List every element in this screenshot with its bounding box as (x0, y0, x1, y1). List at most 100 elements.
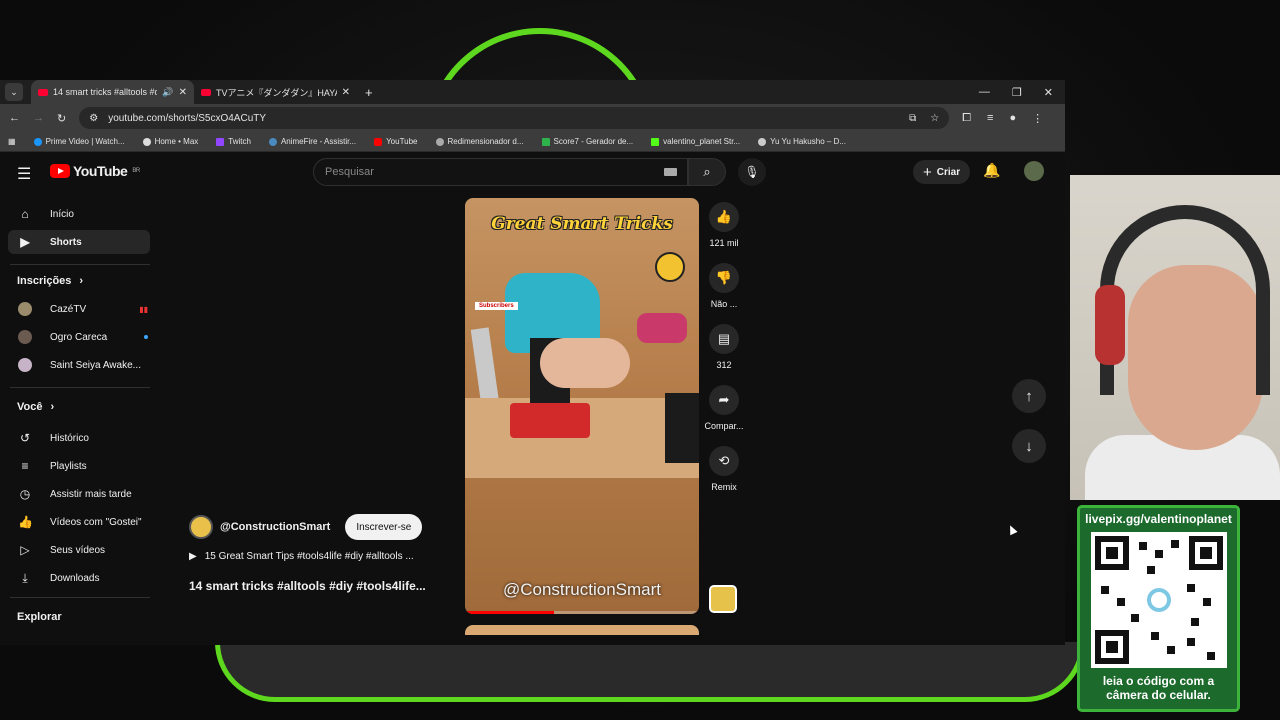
bookmark-item[interactable]: Yu Yu Hakusho – D... (758, 137, 846, 146)
sidebar-item-downloads[interactable]: ⤓ Downloads (8, 566, 150, 590)
restore-icon[interactable]: ❐ (1012, 86, 1022, 99)
qr-module (1186, 584, 1195, 592)
next-short-button[interactable]: ↓ (1012, 429, 1046, 463)
new-content-dot (144, 335, 148, 339)
back-icon[interactable]: ← (9, 112, 20, 124)
video-hand (540, 338, 630, 388)
sidebar-item-historico[interactable]: ↺ Histórico (8, 426, 150, 450)
tab-active[interactable]: 14 smart tricks #alltools #di 🔊 ✕ (31, 80, 194, 104)
sidebar-item-shorts[interactable]: ▶ Shorts (8, 230, 150, 254)
sidebar-item-watch-later[interactable]: ◷ Assistir mais tarde (8, 482, 150, 506)
donation-qr-panel: livepix.gg/valentinoplanet leia o código… (1077, 505, 1240, 712)
browser-window: ⌄ 14 smart tricks #alltools #di 🔊 ✕ TVアニ… (0, 80, 1065, 645)
subscription-item[interactable]: Ogro Careca (18, 330, 148, 344)
search-button[interactable]: ⌕ (688, 158, 726, 186)
short-title[interactable]: 14 smart tricks #alltools #diy #tools4li… (189, 579, 426, 593)
divider (10, 597, 150, 598)
url-text: youtube.com/shorts/S5cxO4ACuTY (108, 112, 267, 124)
tab-title: 14 smart tricks #alltools #di (53, 87, 158, 97)
qr-module (1116, 598, 1125, 606)
remix-action[interactable]: ⟲ Remix (702, 446, 746, 492)
bookmark-item[interactable]: Prime Video | Watch... (33, 137, 125, 146)
forward-icon[interactable]: → (33, 112, 44, 124)
notifications-bell-icon[interactable]: 🔔 (983, 162, 1000, 179)
thumbs-up-icon[interactable]: 👍 (709, 202, 739, 232)
bookmark-star-icon[interactable]: ☆ (930, 113, 939, 124)
you-heading[interactable]: Você › (17, 401, 54, 413)
subscribe-button[interactable]: Inscrever-se (345, 514, 423, 540)
speaker-icon[interactable]: 🔊 (162, 87, 173, 98)
share-label: Compar... (704, 421, 744, 431)
comment-icon[interactable]: ▤ (709, 324, 739, 354)
share-icon[interactable]: ➦ (709, 385, 739, 415)
video-arm (665, 393, 699, 463)
mouse-cursor-icon (1006, 523, 1018, 536)
qr-module (1146, 566, 1155, 574)
menu-icon[interactable]: ⋮ (1032, 112, 1043, 125)
short-video-player[interactable]: Great Smart Tricks Subscribers @Construc… (465, 198, 699, 614)
profile-icon[interactable]: ● (1009, 112, 1016, 125)
install-app-icon[interactable]: ⧉ (909, 113, 916, 124)
account-avatar[interactable] (1024, 161, 1044, 181)
home-icon: ⌂ (21, 207, 29, 221)
bookmark-item[interactable]: valentino_planet Str... (651, 137, 740, 146)
new-tab-icon[interactable]: + (365, 85, 373, 100)
address-bar[interactable]: ⚙ youtube.com/shorts/S5cxO4ACuTY ⧉ ☆ (79, 107, 950, 129)
hamburger-menu-icon[interactable]: ☰ (17, 164, 31, 184)
bookmark-item[interactable]: YouTube (374, 137, 418, 146)
short-playlist-link[interactable]: ▶ 15 Great Smart Tips #tools4life #diy #… (189, 551, 414, 562)
close-window-icon[interactable]: ✕ (1044, 86, 1053, 99)
sidebar-item-liked-videos[interactable]: 👍 Vídeos com "Gostei" (8, 510, 150, 534)
tab-inactive[interactable]: TVアニメ『ダンダダン』HAYASii「Hun ✕ (194, 80, 357, 104)
qr-module (1154, 550, 1163, 558)
video-progress-bar[interactable] (465, 611, 699, 614)
sidebar-item-playlists[interactable]: ≡ Playlists (8, 454, 150, 478)
youtube-logo[interactable]: YouTube BR (50, 163, 140, 179)
sidebar-item-your-videos[interactable]: ▷ Seus vídeos (8, 538, 150, 562)
sound-thumbnail[interactable] (709, 585, 737, 613)
qr-module (1138, 542, 1147, 550)
bookmark-item[interactable]: Twitch (216, 137, 251, 146)
video-driver-battery (510, 403, 590, 438)
search-icon: ⌕ (703, 164, 711, 179)
site-info-icon[interactable]: ⚙ (89, 113, 98, 124)
thumbs-down-icon[interactable]: 👎 (709, 263, 739, 293)
headset-earcup (1095, 285, 1125, 365)
webcam-feed (1070, 175, 1280, 500)
close-tab-icon[interactable]: ✕ (179, 87, 187, 98)
microphone-icon: 🎙 (744, 165, 760, 179)
like-count: 121 mil (709, 238, 739, 248)
sidebar: ⌂ Início ▶ Shorts Inscrições › CazéTV ▮▮ … (0, 192, 160, 645)
like-action[interactable]: 👍 121 mil (702, 202, 746, 248)
qr-finder (1188, 536, 1223, 570)
sidebar-item-inicio[interactable]: ⌂ Início (8, 202, 150, 226)
bookmark-item[interactable]: Score7 - Gerador de... (541, 137, 633, 146)
voice-search-button[interactable]: 🎙 (738, 158, 766, 186)
channel-avatar[interactable] (189, 515, 213, 539)
channel-avatar (18, 330, 32, 344)
share-action[interactable]: ➦ Compar... (702, 385, 746, 431)
previous-short-button[interactable]: ↑ (1012, 379, 1046, 413)
dislike-action[interactable]: 👎 Não ... (702, 263, 746, 309)
subscription-item[interactable]: Saint Seiya Awake... (18, 358, 148, 372)
subscriptions-heading[interactable]: Inscrições › (17, 275, 83, 287)
reload-icon[interactable]: ↻ (57, 112, 66, 125)
tab-search-button[interactable]: ⌄ (5, 83, 23, 101)
bookmark-item[interactable]: AnimeFire - Assistir... (268, 137, 356, 146)
chevron-right-icon: › (79, 275, 84, 287)
minimize-icon[interactable]: — (979, 86, 990, 99)
close-tab-icon[interactable]: ✕ (342, 87, 350, 98)
bookmark-item[interactable]: Home • Max (142, 137, 198, 146)
subscription-item[interactable]: CazéTV ▮▮ (18, 302, 148, 316)
bookmark-item[interactable]: Redimensionador d... (435, 137, 524, 146)
media-controls-icon[interactable]: ≡ (987, 112, 993, 125)
remix-icon[interactable]: ⟲ (709, 446, 739, 476)
comments-action[interactable]: ▤ 312 (702, 324, 746, 370)
tab-title: TVアニメ『ダンダダン』HAYASii「Hun (216, 87, 337, 98)
channel-name[interactable]: @ConstructionSmart (220, 521, 330, 533)
extensions-icon[interactable]: ⧠ (962, 112, 971, 125)
apps-grid-icon[interactable]: ▦ (8, 137, 16, 146)
keyboard-icon[interactable] (664, 168, 677, 176)
search-input[interactable]: Pesquisar (313, 158, 688, 186)
create-button[interactable]: + Criar (913, 160, 971, 184)
